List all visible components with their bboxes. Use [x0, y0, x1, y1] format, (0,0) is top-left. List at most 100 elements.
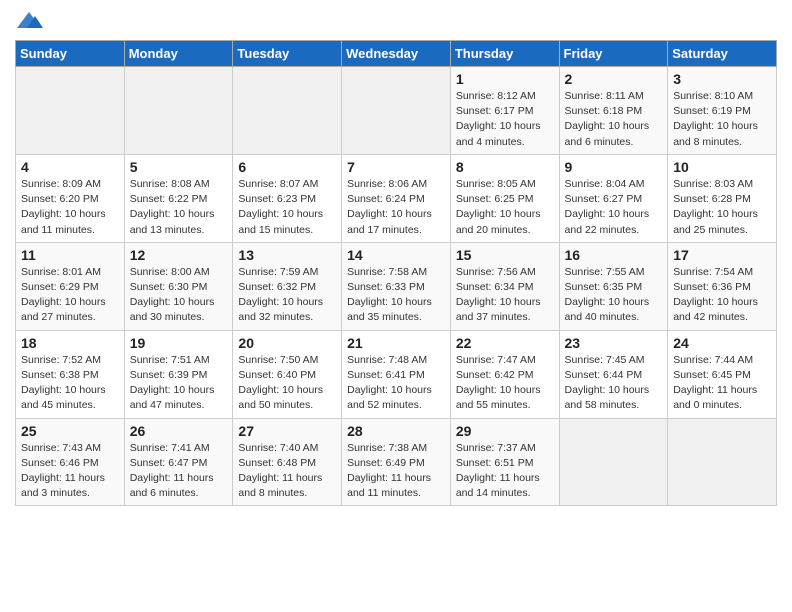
logo	[15, 10, 47, 32]
day-cell	[559, 418, 668, 506]
day-number: 17	[673, 247, 771, 263]
week-row-1: 1 Sunrise: 8:12 AM Sunset: 6:17 PM Daylig…	[16, 67, 777, 155]
day-number: 20	[238, 335, 336, 351]
day-cell: 11 Sunrise: 8:01 AM Sunset: 6:29 PM Dayli…	[16, 242, 125, 330]
day-info: Sunrise: 7:51 AM Sunset: 6:39 PM Dayligh…	[130, 353, 228, 414]
day-cell: 21Sunrise: 7:48 AM Sunset: 6:41 PM Dayli…	[342, 330, 451, 418]
day-cell: 14 Sunrise: 7:58 AM Sunset: 6:33 PM Dayli…	[342, 242, 451, 330]
day-number: 3	[673, 71, 771, 87]
day-number: 27	[238, 423, 336, 439]
day-cell: 27 Sunrise: 7:40 AM Sunset: 6:48 PM Dayli…	[233, 418, 342, 506]
header-cell-wednesday: Wednesday	[342, 41, 451, 67]
day-number: 13	[238, 247, 336, 263]
day-info: Sunrise: 7:54 AM Sunset: 6:36 PM Dayligh…	[673, 265, 771, 326]
header-cell-friday: Friday	[559, 41, 668, 67]
day-info: Sunrise: 7:52 AM Sunset: 6:38 PM Dayligh…	[21, 353, 119, 414]
day-info: Sunrise: 8:07 AM Sunset: 6:23 PM Dayligh…	[238, 177, 336, 238]
week-row-3: 11 Sunrise: 8:01 AM Sunset: 6:29 PM Dayli…	[16, 242, 777, 330]
day-info: Sunrise: 7:58 AM Sunset: 6:33 PM Dayligh…	[347, 265, 445, 326]
day-cell	[16, 67, 125, 155]
calendar-table: SundayMondayTuesdayWednesdayThursdayFrid…	[15, 40, 777, 506]
header-cell-sunday: Sunday	[16, 41, 125, 67]
day-cell: 9 Sunrise: 8:04 AM Sunset: 6:27 PM Daylig…	[559, 154, 668, 242]
day-number: 11	[21, 247, 119, 263]
header-cell-saturday: Saturday	[668, 41, 777, 67]
header-cell-tuesday: Tuesday	[233, 41, 342, 67]
day-info: Sunrise: 7:38 AM Sunset: 6:49 PM Dayligh…	[347, 441, 445, 502]
day-info: Sunrise: 8:03 AM Sunset: 6:28 PM Dayligh…	[673, 177, 771, 238]
day-number: 19	[130, 335, 228, 351]
day-info: Sunrise: 8:01 AM Sunset: 6:29 PM Dayligh…	[21, 265, 119, 326]
day-cell: 16Sunrise: 7:55 AM Sunset: 6:35 PM Dayli…	[559, 242, 668, 330]
day-cell: 26Sunrise: 7:41 AM Sunset: 6:47 PM Dayli…	[124, 418, 233, 506]
day-info: Sunrise: 7:40 AM Sunset: 6:48 PM Dayligh…	[238, 441, 336, 502]
logo-icon	[15, 10, 43, 32]
day-cell: 19 Sunrise: 7:51 AM Sunset: 6:39 PM Dayli…	[124, 330, 233, 418]
header-cell-monday: Monday	[124, 41, 233, 67]
day-info: Sunrise: 7:55 AM Sunset: 6:35 PM Dayligh…	[565, 265, 663, 326]
day-number: 24	[673, 335, 771, 351]
day-cell	[342, 67, 451, 155]
day-number: 28	[347, 423, 445, 439]
day-number: 8	[456, 159, 554, 175]
day-info: Sunrise: 7:48 AM Sunset: 6:41 PM Dayligh…	[347, 353, 445, 414]
day-cell: 22Sunrise: 7:47 AM Sunset: 6:42 PM Dayli…	[450, 330, 559, 418]
day-cell	[124, 67, 233, 155]
day-number: 14	[347, 247, 445, 263]
day-number: 10	[673, 159, 771, 175]
day-cell: 4Sunrise: 8:09 AM Sunset: 6:20 PM Daylig…	[16, 154, 125, 242]
day-number: 18	[21, 335, 119, 351]
day-cell: 24 Sunrise: 7:44 AM Sunset: 6:45 PM Dayli…	[668, 330, 777, 418]
day-info: Sunrise: 7:47 AM Sunset: 6:42 PM Dayligh…	[456, 353, 554, 414]
day-cell: 29 Sunrise: 7:37 AM Sunset: 6:51 PM Dayli…	[450, 418, 559, 506]
day-cell: 17 Sunrise: 7:54 AM Sunset: 6:36 PM Dayli…	[668, 242, 777, 330]
day-cell: 18 Sunrise: 7:52 AM Sunset: 6:38 PM Dayli…	[16, 330, 125, 418]
day-number: 6	[238, 159, 336, 175]
day-info: Sunrise: 8:00 AM Sunset: 6:30 PM Dayligh…	[130, 265, 228, 326]
day-number: 9	[565, 159, 663, 175]
day-number: 25	[21, 423, 119, 439]
calendar-header: SundayMondayTuesdayWednesdayThursdayFrid…	[16, 41, 777, 67]
day-cell: 8Sunrise: 8:05 AM Sunset: 6:25 PM Daylig…	[450, 154, 559, 242]
day-info: Sunrise: 8:08 AM Sunset: 6:22 PM Dayligh…	[130, 177, 228, 238]
day-number: 15	[456, 247, 554, 263]
week-row-5: 25 Sunrise: 7:43 AM Sunset: 6:46 PM Dayli…	[16, 418, 777, 506]
day-cell: 13Sunrise: 7:59 AM Sunset: 6:32 PM Dayli…	[233, 242, 342, 330]
calendar-body: 1 Sunrise: 8:12 AM Sunset: 6:17 PM Daylig…	[16, 67, 777, 506]
day-cell: 20 Sunrise: 7:50 AM Sunset: 6:40 PM Dayli…	[233, 330, 342, 418]
day-info: Sunrise: 8:04 AM Sunset: 6:27 PM Dayligh…	[565, 177, 663, 238]
day-info: Sunrise: 7:50 AM Sunset: 6:40 PM Dayligh…	[238, 353, 336, 414]
day-info: Sunrise: 8:09 AM Sunset: 6:20 PM Dayligh…	[21, 177, 119, 238]
day-cell: 28 Sunrise: 7:38 AM Sunset: 6:49 PM Dayli…	[342, 418, 451, 506]
day-number: 26	[130, 423, 228, 439]
day-info: Sunrise: 8:06 AM Sunset: 6:24 PM Dayligh…	[347, 177, 445, 238]
day-cell: 1 Sunrise: 8:12 AM Sunset: 6:17 PM Daylig…	[450, 67, 559, 155]
day-cell	[233, 67, 342, 155]
day-number: 5	[130, 159, 228, 175]
day-cell	[668, 418, 777, 506]
day-cell: 15Sunrise: 7:56 AM Sunset: 6:34 PM Dayli…	[450, 242, 559, 330]
day-number: 1	[456, 71, 554, 87]
header-cell-thursday: Thursday	[450, 41, 559, 67]
week-row-2: 4Sunrise: 8:09 AM Sunset: 6:20 PM Daylig…	[16, 154, 777, 242]
day-info: Sunrise: 8:12 AM Sunset: 6:17 PM Dayligh…	[456, 89, 554, 150]
day-cell: 2 Sunrise: 8:11 AM Sunset: 6:18 PM Daylig…	[559, 67, 668, 155]
day-cell: 23Sunrise: 7:45 AM Sunset: 6:44 PM Dayli…	[559, 330, 668, 418]
day-info: Sunrise: 7:45 AM Sunset: 6:44 PM Dayligh…	[565, 353, 663, 414]
day-cell: 6 Sunrise: 8:07 AM Sunset: 6:23 PM Daylig…	[233, 154, 342, 242]
day-info: Sunrise: 7:43 AM Sunset: 6:46 PM Dayligh…	[21, 441, 119, 502]
day-info: Sunrise: 8:10 AM Sunset: 6:19 PM Dayligh…	[673, 89, 771, 150]
day-cell: 3 Sunrise: 8:10 AM Sunset: 6:19 PM Daylig…	[668, 67, 777, 155]
day-cell: 25 Sunrise: 7:43 AM Sunset: 6:46 PM Dayli…	[16, 418, 125, 506]
day-info: Sunrise: 8:11 AM Sunset: 6:18 PM Dayligh…	[565, 89, 663, 150]
header-row: SundayMondayTuesdayWednesdayThursdayFrid…	[16, 41, 777, 67]
day-number: 7	[347, 159, 445, 175]
day-number: 12	[130, 247, 228, 263]
day-cell: 10 Sunrise: 8:03 AM Sunset: 6:28 PM Dayli…	[668, 154, 777, 242]
day-info: Sunrise: 7:37 AM Sunset: 6:51 PM Dayligh…	[456, 441, 554, 502]
day-number: 29	[456, 423, 554, 439]
day-info: Sunrise: 7:44 AM Sunset: 6:45 PM Dayligh…	[673, 353, 771, 414]
day-number: 2	[565, 71, 663, 87]
day-cell: 12 Sunrise: 8:00 AM Sunset: 6:30 PM Dayli…	[124, 242, 233, 330]
day-cell: 5 Sunrise: 8:08 AM Sunset: 6:22 PM Daylig…	[124, 154, 233, 242]
